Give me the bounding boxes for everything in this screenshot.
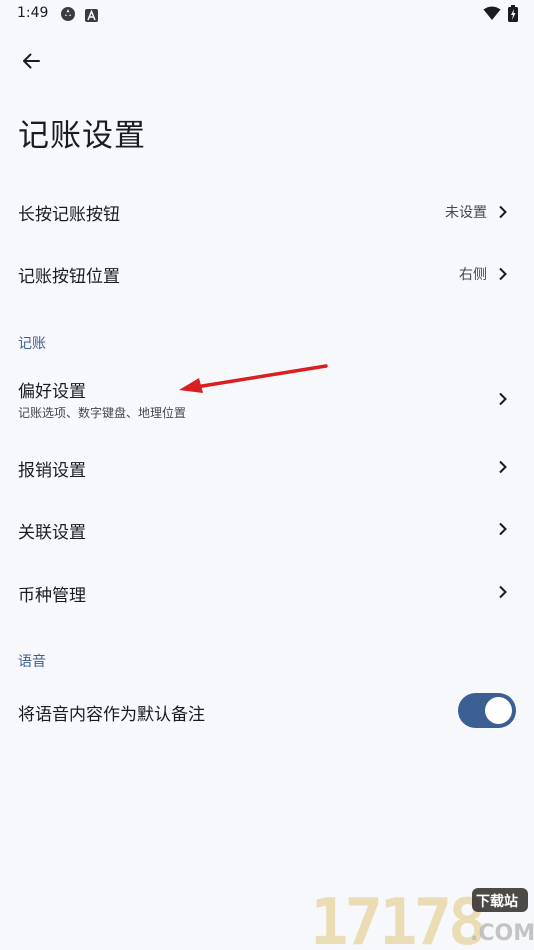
- currency-management-row[interactable]: 币种管理: [0, 560, 534, 622]
- toggle-thumb: [485, 697, 512, 724]
- page-title: 记账设置: [18, 118, 146, 154]
- row-subtitle: 记账选项、数字键盘、地理位置: [18, 406, 187, 420]
- voice-as-default-note-row[interactable]: 将语音内容作为默认备注: [0, 680, 534, 742]
- chevron-right-icon: [496, 204, 510, 219]
- row-value: 右侧: [459, 267, 487, 283]
- svg-text:下载站: 下载站: [476, 893, 518, 910]
- row-value: 未设置: [445, 205, 487, 221]
- row-title: 记账按钮位置: [18, 267, 120, 287]
- row-title: 偏好设置: [18, 382, 86, 402]
- chevron-right-icon: [496, 459, 510, 474]
- row-title: 币种管理: [18, 586, 86, 606]
- linked-settings-row[interactable]: 关联设置: [0, 497, 534, 559]
- cast-icon: [60, 6, 76, 26]
- chevron-right-icon: [496, 584, 510, 599]
- annotation-arrow-icon: [179, 364, 328, 393]
- section-header-bookkeeping: 记账: [18, 336, 46, 352]
- svg-text:17178: 17178: [310, 886, 483, 950]
- status-time: 1:49: [17, 5, 49, 21]
- battery-charging-icon: [508, 5, 518, 26]
- a-badge-icon: [85, 7, 98, 26]
- section-header-voice: 语音: [18, 654, 46, 670]
- arrow-left-icon: [21, 51, 41, 75]
- long-press-record-button-row[interactable]: 长按记账按钮 未设置: [0, 180, 534, 242]
- status-bar: 1:49: [0, 0, 534, 28]
- back-button[interactable]: [14, 48, 48, 78]
- svg-text:.COM: .COM: [470, 921, 534, 946]
- row-title: 将语音内容作为默认备注: [18, 705, 205, 725]
- record-button-position-row[interactable]: 记账按钮位置 右侧: [0, 242, 534, 304]
- row-title: 长按记账按钮: [18, 205, 120, 225]
- chevron-right-icon: [496, 391, 510, 406]
- reimbursement-settings-row[interactable]: 报销设置: [0, 435, 534, 497]
- voice-default-note-toggle[interactable]: [458, 693, 516, 728]
- row-title: 关联设置: [18, 523, 86, 543]
- chevron-right-icon: [496, 266, 510, 281]
- watermark-logo: 17178 下载站 .COM: [310, 886, 534, 950]
- row-title: 报销设置: [18, 461, 86, 481]
- chevron-right-icon: [496, 521, 510, 536]
- wifi-icon: [483, 6, 501, 25]
